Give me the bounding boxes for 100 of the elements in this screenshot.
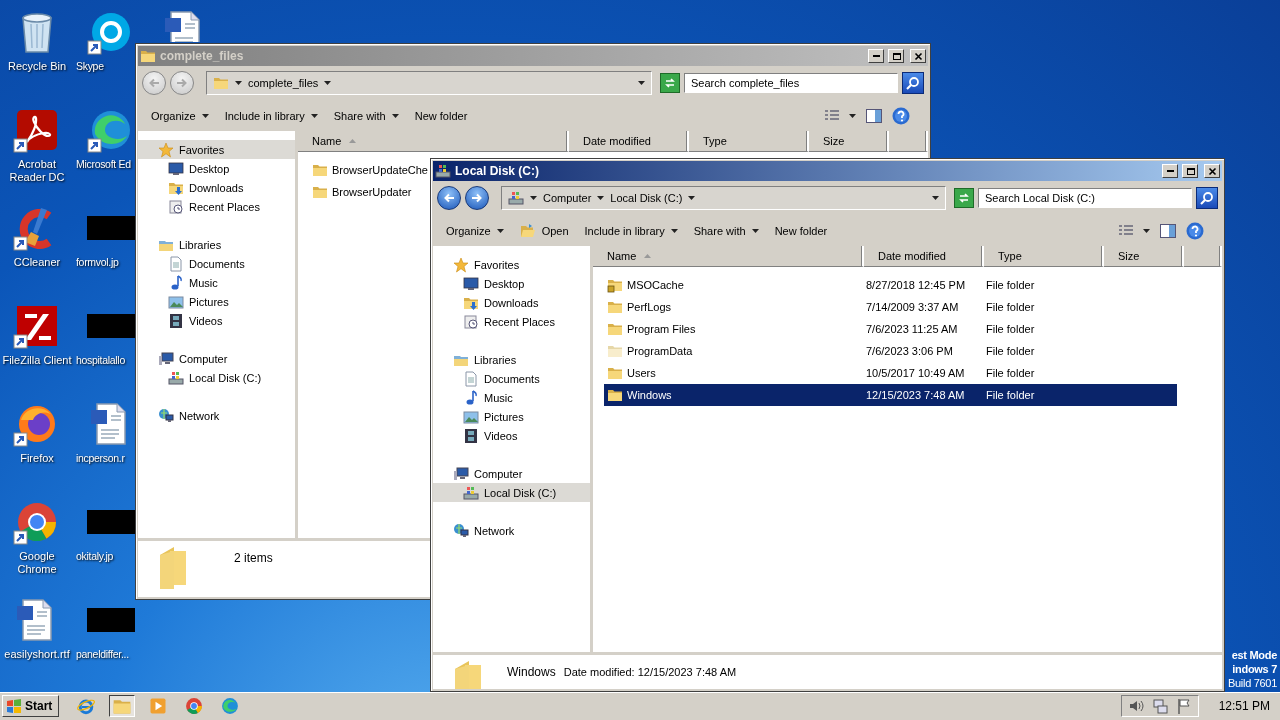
desktop-icon-label[interactable]: incperson.r bbox=[76, 452, 125, 465]
nav-item[interactable]: Music bbox=[138, 273, 295, 292]
nav-item[interactable]: Network bbox=[433, 521, 590, 540]
desktop-icon-label[interactable]: formvol.jp bbox=[76, 256, 119, 269]
file-row[interactable]: PerfLogs 7/14/2009 3:37 AM File folder bbox=[604, 296, 1177, 318]
nav-item[interactable]: Local Disk (C:) bbox=[433, 483, 590, 502]
maximize-button[interactable] bbox=[888, 49, 904, 63]
nav-item[interactable]: Pictures bbox=[433, 407, 590, 426]
nav-item[interactable]: Downloads bbox=[433, 293, 590, 312]
network-icon bbox=[158, 407, 174, 424]
column-header[interactable]: Name bbox=[298, 131, 569, 152]
column-header[interactable]: Size bbox=[1104, 246, 1184, 267]
toolbar-button[interactable]: Open bbox=[512, 219, 576, 242]
maximize-button[interactable] bbox=[1182, 164, 1198, 178]
address-bar[interactable]: Computer Local Disk (C:) bbox=[501, 186, 946, 210]
desktop-icon-label[interactable]: hospitalallo bbox=[76, 354, 125, 367]
preview-pane-icon[interactable] bbox=[1160, 223, 1176, 238]
volume-icon[interactable] bbox=[1127, 698, 1144, 714]
nav-item[interactable]: Network bbox=[138, 406, 295, 425]
column-header[interactable]: Size bbox=[809, 131, 889, 152]
nav-item[interactable]: Recent Places bbox=[433, 312, 590, 331]
column-header[interactable]: Date modified bbox=[569, 131, 689, 152]
toolbar-button[interactable]: Include in library bbox=[577, 221, 685, 240]
minimize-button[interactable] bbox=[868, 49, 884, 63]
desktop-icon-label[interactable]: Microsoft Ed bbox=[76, 158, 131, 171]
toolbar-button[interactable]: Organize bbox=[439, 221, 511, 240]
start-button[interactable]: Start bbox=[2, 695, 60, 717]
desktop-icon-label[interactable]: Recycle Bin bbox=[7, 60, 67, 73]
nav-item[interactable]: Documents bbox=[433, 369, 590, 388]
back-button[interactable] bbox=[437, 186, 461, 210]
file-name: PerfLogs bbox=[627, 301, 672, 313]
desktop-icon-label[interactable]: paneldiffer... bbox=[76, 648, 129, 661]
refresh-button[interactable] bbox=[954, 188, 974, 208]
breadcrumb[interactable]: complete_files bbox=[248, 77, 319, 89]
nav-item[interactable]: Libraries bbox=[138, 235, 295, 254]
desktop-icon-label[interactable]: easilyshort.rtf bbox=[4, 648, 70, 661]
toolbar-button[interactable]: Share with bbox=[326, 106, 406, 125]
toolbar-button[interactable]: Include in library bbox=[217, 106, 325, 125]
nav-item[interactable]: Favorites bbox=[433, 255, 590, 274]
help-icon[interactable] bbox=[1186, 221, 1204, 240]
nav-item[interactable]: Local Disk (C:) bbox=[138, 368, 295, 387]
view-options-icon[interactable] bbox=[1119, 224, 1133, 237]
nav-item[interactable]: Recent Places bbox=[138, 197, 295, 216]
desktop-icon-label[interactable]: Firefox bbox=[20, 452, 54, 465]
column-header[interactable]: Type bbox=[689, 131, 809, 152]
desktop-icon-label[interactable]: CCleaner bbox=[13, 256, 61, 269]
file-row[interactable]: MSOCache 8/27/2018 12:45 PM File folder bbox=[604, 274, 1177, 296]
help-icon[interactable] bbox=[892, 106, 910, 125]
nav-item[interactable]: Pictures bbox=[138, 292, 295, 311]
column-header[interactable]: Type bbox=[984, 246, 1104, 267]
toolbar-button[interactable]: New folder bbox=[767, 221, 835, 240]
minimize-button[interactable] bbox=[1162, 164, 1178, 178]
file-row[interactable]: Windows 12/15/2023 7:48 AM File folder bbox=[604, 384, 1177, 406]
desktop-icon-label[interactable]: Google Chrome bbox=[0, 550, 74, 576]
taskbar-button[interactable] bbox=[109, 695, 136, 717]
preview-pane-icon[interactable] bbox=[866, 108, 882, 123]
toolbar-button[interactable]: Share with bbox=[686, 221, 766, 240]
desktop-icon-label[interactable]: Skype bbox=[76, 60, 104, 73]
nav-item[interactable]: Music bbox=[433, 388, 590, 407]
test-mode-text: Build 7601 bbox=[1228, 676, 1277, 690]
file-row[interactable]: Program Files 7/6/2023 11:25 AM File folder bbox=[604, 318, 1177, 340]
column-header[interactable]: Name bbox=[593, 246, 864, 267]
network-icon[interactable] bbox=[1151, 698, 1168, 714]
search-field[interactable]: Search complete_files bbox=[684, 73, 898, 93]
nav-item[interactable]: Libraries bbox=[433, 350, 590, 369]
view-options-icon[interactable] bbox=[825, 109, 839, 122]
title-bar[interactable]: Local Disk (C:) bbox=[433, 161, 1222, 181]
desktop-icon-label[interactable]: okitaly.jp bbox=[76, 550, 114, 563]
close-button[interactable] bbox=[910, 49, 926, 63]
nav-item[interactable]: Downloads bbox=[138, 178, 295, 197]
nav-item[interactable]: Desktop bbox=[138, 159, 295, 178]
nav-item[interactable]: Videos bbox=[138, 311, 295, 330]
nav-item[interactable]: Computer bbox=[433, 464, 590, 483]
search-button[interactable] bbox=[1196, 187, 1218, 209]
column-header[interactable]: Date modified bbox=[864, 246, 984, 267]
forward-button[interactable] bbox=[465, 186, 489, 210]
file-row[interactable]: BrowserUpdateChe bbox=[309, 159, 430, 181]
file-row[interactable]: ProgramData 7/6/2023 3:06 PM File folder bbox=[604, 340, 1177, 362]
maximize-icon bbox=[891, 51, 901, 61]
close-button[interactable] bbox=[1204, 164, 1220, 178]
nav-item[interactable]: Documents bbox=[138, 254, 295, 273]
address-bar[interactable]: complete_files bbox=[206, 71, 652, 95]
right-arrow-icon bbox=[471, 192, 483, 204]
nav-item[interactable]: Computer bbox=[138, 349, 295, 368]
nav-item[interactable]: Favorites bbox=[138, 140, 295, 159]
flag-icon[interactable] bbox=[1175, 698, 1192, 714]
desktop-icon-label[interactable]: Acrobat Reader DC bbox=[0, 158, 74, 184]
file-row[interactable]: BrowserUpdater bbox=[309, 181, 414, 203]
toolbar-button[interactable]: New folder bbox=[407, 106, 475, 125]
clock[interactable]: 12:51 PM bbox=[1202, 699, 1278, 713]
breadcrumb[interactable]: Local Disk (C:) bbox=[610, 192, 683, 204]
breadcrumb[interactable]: Computer bbox=[543, 192, 592, 204]
toolbar-button[interactable]: Organize bbox=[144, 106, 216, 125]
nav-item[interactable]: Desktop bbox=[433, 274, 590, 293]
search-button[interactable] bbox=[902, 72, 924, 94]
desktop-icon-label[interactable]: FileZilla Client bbox=[2, 354, 72, 367]
nav-item[interactable]: Videos bbox=[433, 426, 590, 445]
file-row[interactable]: Users 10/5/2017 10:49 AM File folder bbox=[604, 362, 1177, 384]
search-field[interactable]: Search Local Disk (C:) bbox=[978, 188, 1192, 208]
refresh-button[interactable] bbox=[660, 73, 680, 93]
